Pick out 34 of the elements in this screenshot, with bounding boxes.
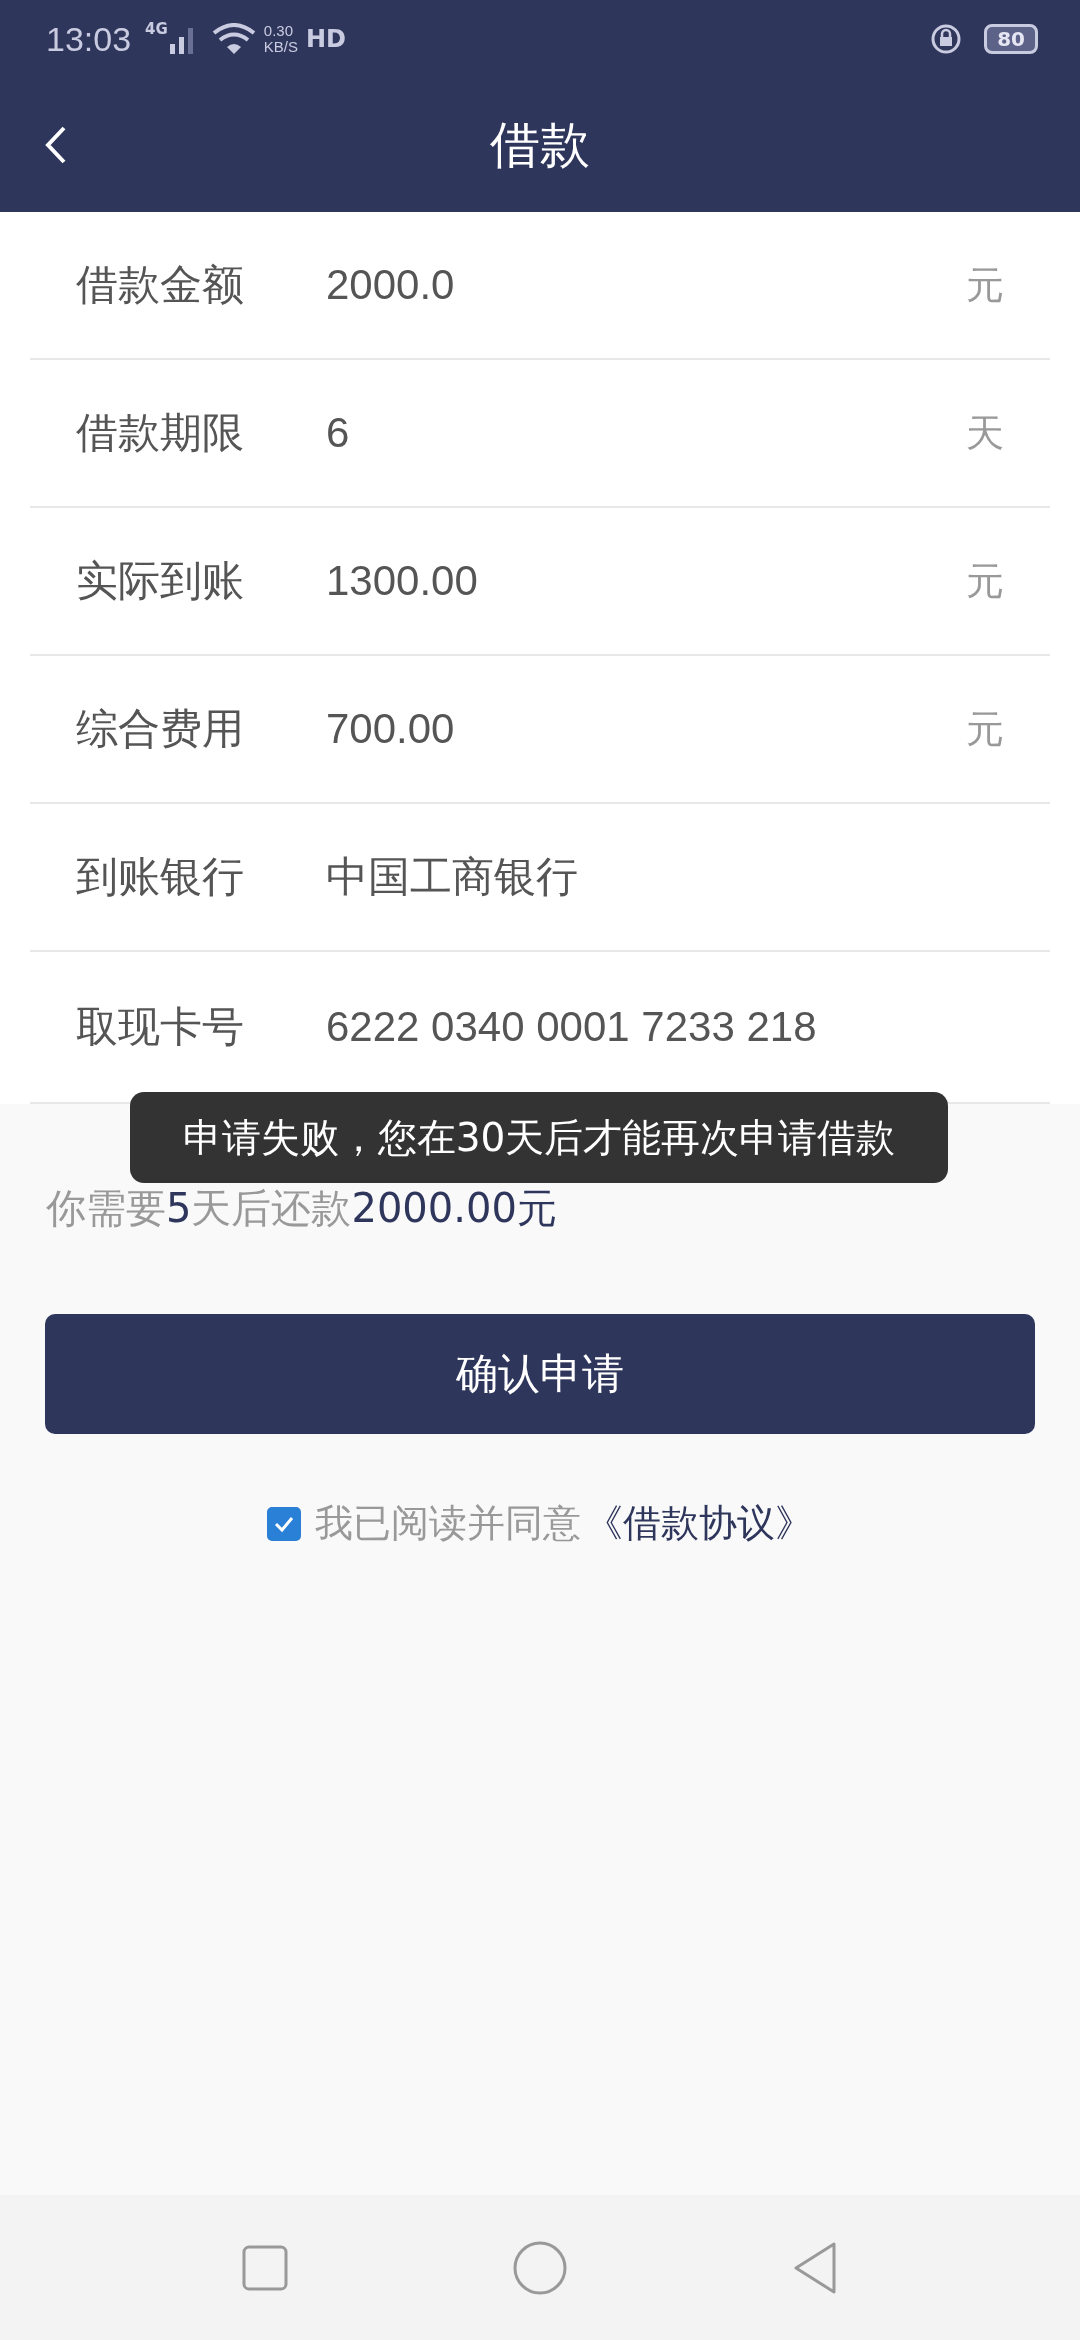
recents-icon[interactable]: [242, 2244, 289, 2291]
rotation-lock-icon: [930, 23, 963, 55]
field-value: 700.00: [326, 705, 456, 753]
field-label: 到账银行: [76, 851, 245, 903]
field-value: 6: [326, 409, 351, 457]
wifi-icon: [211, 23, 256, 55]
back-icon: [44, 125, 68, 165]
agreement-link[interactable]: 《借款协议》: [585, 1498, 813, 1549]
field-value: 6222 0340 0001 7233 218: [326, 1003, 818, 1051]
unit-label: 天: [966, 409, 1004, 457]
battery-indicator: 80: [984, 24, 1038, 54]
network-type: 4G: [145, 20, 168, 38]
field-label: 综合费用: [76, 703, 245, 755]
speed-value: 0.30: [263, 23, 295, 39]
agreement-text: 我已阅读并同意: [315, 1500, 581, 1547]
page-title: 借款: [490, 114, 590, 176]
unit-label: 元: [966, 261, 1004, 309]
repayment-note: 你需要5天后还款2000.00元: [46, 1186, 558, 1230]
error-toast: 申请失败，您在30天后才能再次申请借款: [130, 1092, 948, 1183]
field-value: 2000.0: [326, 261, 456, 309]
field-value: 1300.00: [326, 557, 479, 605]
speed-unit: KB/S: [263, 39, 299, 55]
unit-label: 元: [966, 557, 1004, 605]
home-icon[interactable]: [513, 2240, 567, 2295]
status-time: 13:03: [46, 19, 132, 59]
agreement-checkbox[interactable]: [267, 1506, 301, 1541]
field-label: 借款期限: [76, 407, 245, 459]
field-label: 实际到账: [76, 555, 245, 607]
field-label: 取现卡号: [76, 1001, 245, 1053]
field-label: 借款金额: [76, 259, 245, 311]
field-value: 中国工商银行: [326, 852, 579, 902]
confirm-button[interactable]: 确认申请: [45, 1314, 1035, 1434]
unit-label: 元: [966, 705, 1004, 753]
hd-call-label: HD: [306, 25, 347, 53]
